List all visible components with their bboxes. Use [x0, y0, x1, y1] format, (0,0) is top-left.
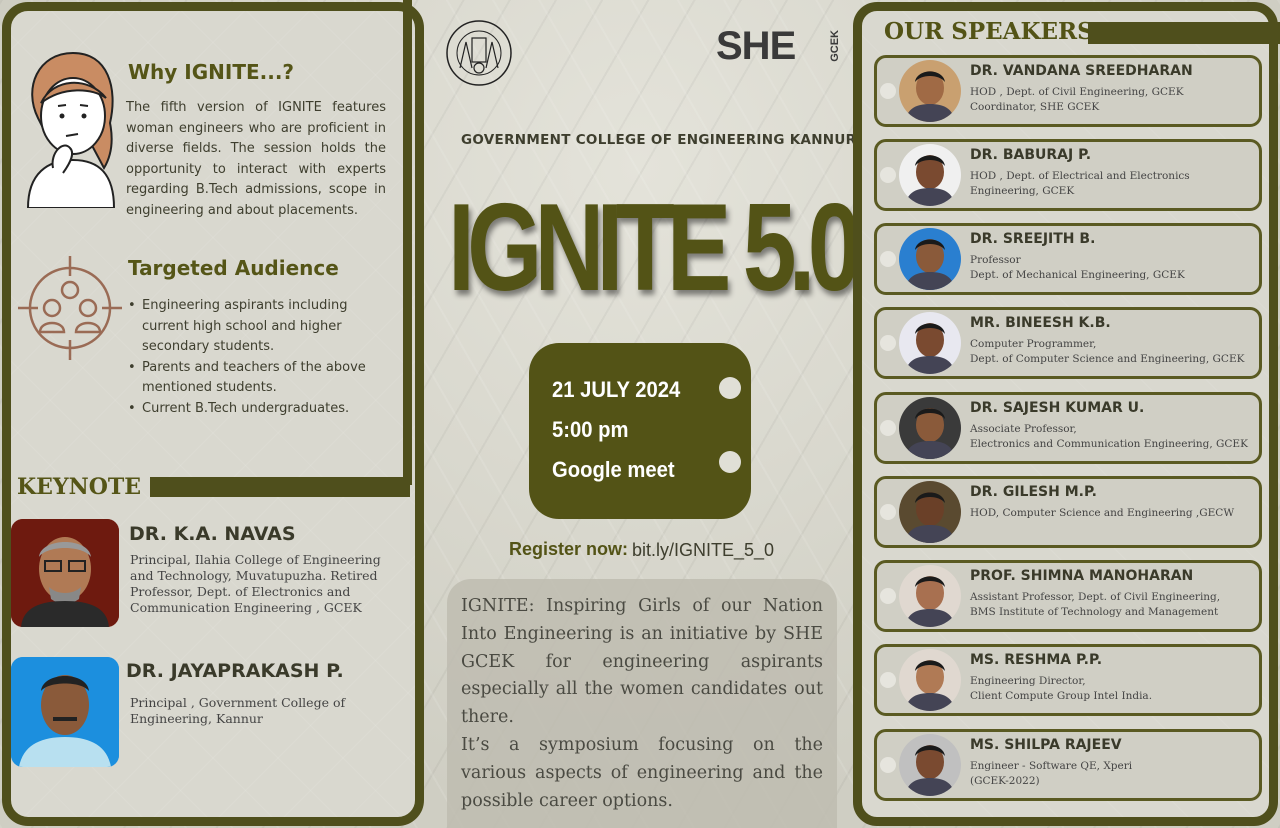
audience-item: Parents and teachers of the above mentio…: [128, 358, 396, 399]
speaker-desc-line: Engineering Director,: [970, 675, 1086, 687]
speaker-desc: Assistant Professor, Dept. of Civil Engi…: [970, 590, 1260, 620]
speaker-card: MS. SHILPA RAJEEV Engineer - Software QE,…: [874, 729, 1262, 801]
speaker-photo: [899, 228, 961, 290]
speaker-name: DR. GILESH M.P.: [970, 484, 1097, 500]
speaker-desc: Engineering Director, Client Compute Grou…: [970, 674, 1260, 704]
speaker-photo: [899, 397, 961, 459]
speaker-card: MR. BINEESH K.B. Computer Programmer, Dept…: [874, 307, 1262, 379]
event-venue: Google meet: [552, 457, 675, 482]
card-dot: [880, 504, 896, 520]
speaker-desc-line: Engineer - Software QE, Xperi: [970, 760, 1133, 772]
speaker-card: DR. SREEJITH B. Professor Dept. of Mechani…: [874, 223, 1262, 295]
about-paragraph-2: It’s a symposium focusing on the various…: [461, 734, 823, 811]
college-name: GOVERNMENT COLLEGE OF ENGINEERING KANNUR: [461, 132, 857, 148]
speaker-desc: Professor Dept. of Mechanical Engineering…: [970, 253, 1260, 283]
speakers-bar: [1088, 22, 1280, 44]
speaker-desc-line: BMS Institute of Technology and Manageme…: [970, 606, 1219, 618]
speaker-photo: [899, 649, 961, 711]
card-dot: [880, 83, 896, 99]
speaker-desc-line: Professor: [970, 254, 1021, 266]
speaker-desc-line: Assistant Professor, Dept. of Civil Engi…: [970, 591, 1221, 603]
card-dot: [880, 420, 896, 436]
speaker-card: DR. SAJESH KUMAR U. Associate Professor, E…: [874, 392, 1262, 464]
speaker-photo: [899, 481, 961, 543]
college-seal-logo: [446, 20, 512, 86]
card-dot: [880, 757, 896, 773]
speaker-name: MS. SHILPA RAJEEV: [970, 737, 1122, 753]
why-ignite-title: Why IGNITE...?: [128, 60, 295, 84]
speaker-desc-line: HOD , Dept. of Electrical and Electronic…: [970, 170, 1190, 197]
event-details-card: 21 JULY 2024 5:00 pm Google meet: [529, 343, 751, 519]
speaker-card: PROF. SHIMNA MANOHARAN Assistant Professo…: [874, 560, 1262, 632]
card-dot: [880, 167, 896, 183]
speaker-name: MS. RESHMA P.P.: [970, 652, 1103, 668]
speaker-desc: Engineer - Software QE, Xperi (GCEK-2022): [970, 759, 1260, 789]
speaker-name: DR. SAJESH KUMAR U.: [970, 400, 1145, 416]
speaker-desc-line: Dept. of Computer Science and Engineerin…: [970, 353, 1245, 365]
register-link[interactable]: bit.ly/IGNITE_5_0: [632, 540, 774, 561]
speaker-desc: HOD , Dept. of Electrical and Electronic…: [970, 169, 1260, 199]
card-dot: [880, 588, 896, 604]
target-audience-icon: [18, 256, 122, 360]
keynote-desc: Principal , Government College of Engine…: [130, 695, 346, 726]
card-dot: [719, 377, 741, 399]
speaker-desc: Computer Programmer, Dept. of Computer Sc…: [970, 337, 1260, 367]
audience-list: Engineering aspirants including current …: [128, 296, 396, 419]
speakers-title: OUR SPEAKERS: [884, 18, 1094, 45]
card-dot: [880, 335, 896, 351]
audience-item: Current B.Tech undergraduates.: [128, 399, 396, 420]
speaker-photo: [899, 60, 961, 122]
audience-item: Engineering aspirants including current …: [128, 296, 396, 358]
about-box: IGNITE: Inspiring Girls of our Nation In…: [447, 579, 837, 828]
why-ignite-text: The fifth version of IGNITE features wom…: [126, 100, 386, 218]
speaker-desc: Associate Professor, Electronics and Comm…: [970, 422, 1260, 452]
speaker-name: PROF. SHIMNA MANOHARAN: [970, 568, 1194, 584]
keynote-title: KEYNOTE: [17, 474, 142, 500]
speaker-desc-line: HOD, Computer Science and Engineering ,G…: [970, 507, 1235, 519]
speaker-desc-line: Dept. of Mechanical Engineering, GCEK: [970, 269, 1185, 281]
event-date: 21 JULY 2024: [552, 377, 681, 402]
speaker-desc-line: (GCEK-2022): [970, 775, 1040, 787]
register-label: Register now:: [509, 539, 629, 559]
she-logo: SHE: [716, 24, 796, 68]
speaker-card: DR. BABURAJ P. HOD , Dept. of Electrical …: [874, 139, 1262, 211]
targeted-audience-title: Targeted Audience: [128, 256, 339, 280]
she-gcek-label: GCEK: [829, 30, 841, 62]
speaker-desc-line: Electronics and Communication Engineerin…: [970, 438, 1248, 450]
speaker-desc-line: HOD , Dept. of Civil Engineering, GCEK: [970, 86, 1184, 98]
about-text: IGNITE: Inspiring Girls of our Nation In…: [461, 593, 823, 815]
speaker-photo: [899, 312, 961, 374]
speaker-card: DR. VANDANA SREEDHARAN HOD , Dept. of Civ…: [874, 55, 1262, 127]
speaker-name: DR. VANDANA SREEDHARAN: [970, 63, 1193, 79]
speaker-photo: [899, 144, 961, 206]
card-dot: [880, 251, 896, 267]
speaker-desc: HOD , Dept. of Civil Engineering, GCEK Co…: [970, 85, 1260, 115]
keynote-photo-navas: [11, 519, 119, 627]
event-time: 5:00 pm: [552, 417, 629, 442]
speaker-desc: HOD, Computer Science and Engineering ,G…: [970, 506, 1260, 521]
speaker-name: MR. BINEESH K.B.: [970, 315, 1111, 331]
thinking-girl-illustration: [26, 51, 116, 208]
about-paragraph-1: IGNITE: Inspiring Girls of our Nation In…: [461, 596, 823, 728]
speaker-desc-line: Computer Programmer,: [970, 338, 1097, 350]
keynote-name: DR. JAYAPRAKASH P.: [126, 660, 344, 682]
speaker-name: DR. SREEJITH B.: [970, 231, 1096, 247]
left-divider: [403, 0, 412, 485]
speaker-card: MS. RESHMA P.P. Engineering Director, Clie…: [874, 644, 1262, 716]
event-title: IGNITE 5.0: [448, 179, 862, 317]
keynote-name: DR. K.A. NAVAS: [129, 523, 296, 545]
card-dot: [719, 451, 741, 473]
speaker-name: DR. BABURAJ P.: [970, 147, 1092, 163]
keynote-bar: [150, 477, 410, 497]
speaker-desc-line: Associate Professor,: [970, 423, 1077, 435]
speaker-photo: [899, 734, 961, 796]
keynote-photo-jayaprakash: [11, 657, 119, 767]
speaker-desc-line: Client Compute Group Intel India.: [970, 690, 1153, 702]
speaker-photo: [899, 565, 961, 627]
card-dot: [880, 672, 896, 688]
speaker-card: DR. GILESH M.P. HOD, Computer Science and…: [874, 476, 1262, 548]
speaker-desc-line: Coordinator, SHE GCEK: [970, 101, 1100, 113]
keynote-desc: Principal, Ilahia College of Engineering…: [130, 552, 381, 615]
